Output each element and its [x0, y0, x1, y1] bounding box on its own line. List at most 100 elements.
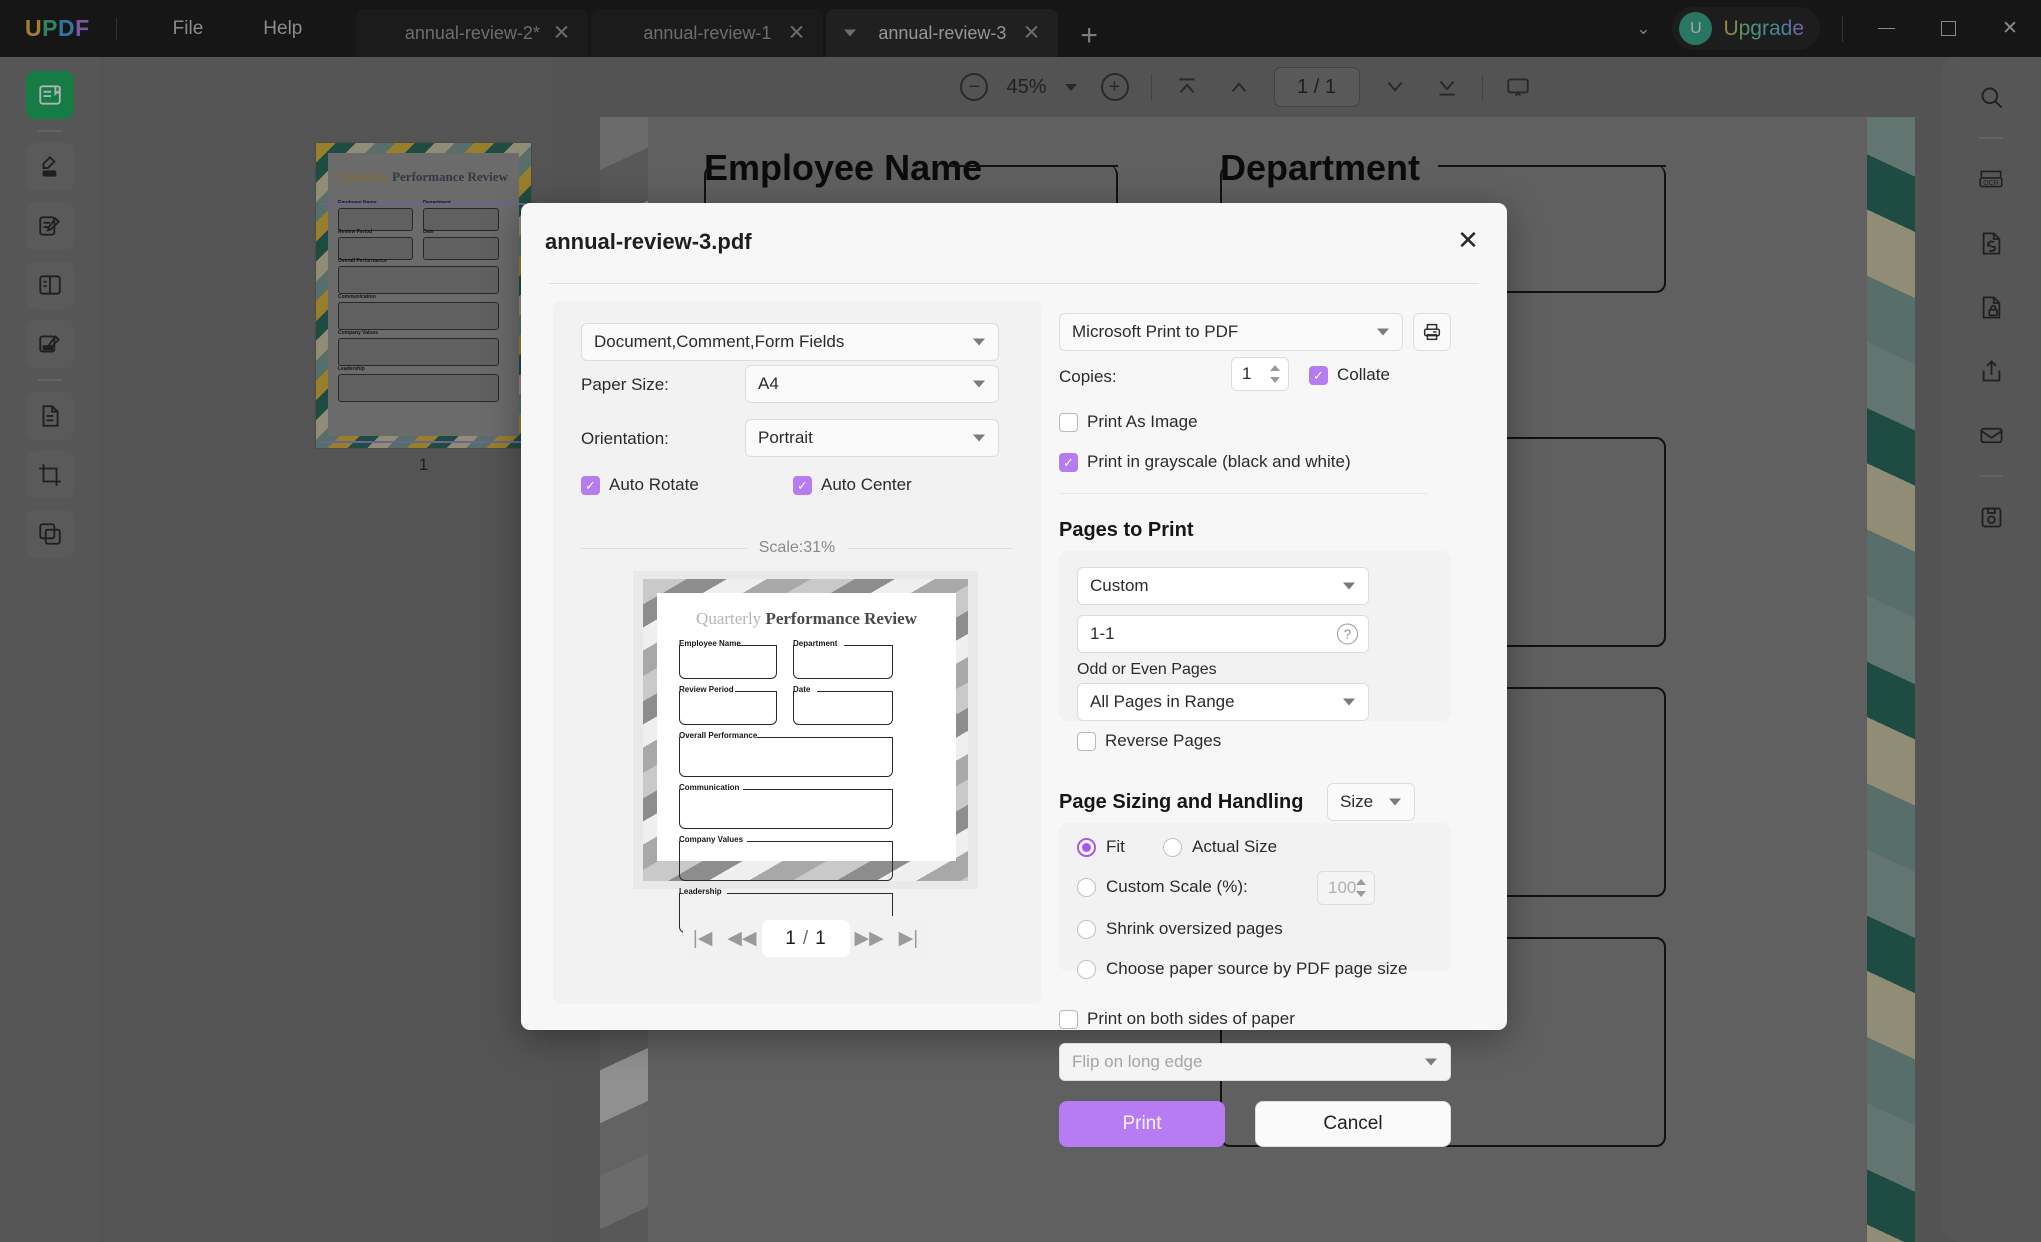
stepper-up-icon[interactable]	[1270, 365, 1280, 371]
sizing-mode-select[interactable]: Size	[1327, 783, 1415, 821]
divider	[549, 283, 1479, 284]
copies-value: 1	[1242, 364, 1251, 384]
checkbox-box	[1059, 1010, 1078, 1029]
preview-field	[679, 841, 893, 881]
printer-properties-button[interactable]	[1413, 313, 1451, 351]
checkbox-box	[581, 476, 600, 495]
scale-text: Scale:31%	[759, 539, 836, 557]
print-as-image-checkbox[interactable]: Print As Image	[1059, 412, 1198, 432]
chevron-down-icon	[973, 339, 985, 346]
fit-label: Fit	[1106, 837, 1125, 857]
preview-field	[793, 645, 893, 679]
orientation-select[interactable]: Portrait	[745, 419, 999, 457]
both-sides-checkbox[interactable]: Print on both sides of paper	[1059, 1009, 1295, 1029]
reverse-pages-checkbox[interactable]: Reverse Pages	[1077, 731, 1221, 751]
choose-source-label: Choose paper source by PDF page size	[1106, 959, 1407, 979]
collate-checkbox[interactable]: Collate	[1309, 365, 1390, 385]
title-light: Quarterly	[696, 609, 765, 628]
total-pages: 1	[815, 928, 826, 950]
actual-size-label: Actual Size	[1192, 837, 1277, 857]
preview-field	[679, 737, 893, 777]
page-sizing-title: Page Sizing and Handling	[1059, 791, 1303, 814]
collate-label: Collate	[1337, 365, 1390, 385]
page-sizing-group: Fit Actual Size Custom Scale (%): 100	[1059, 823, 1451, 971]
first-page-button[interactable]: |◀	[683, 927, 722, 950]
flip-edge-value: Flip on long edge	[1072, 1052, 1202, 1072]
print-preview: Quarterly Performance Review Employee Na…	[633, 571, 978, 889]
current-page: 1	[785, 928, 796, 950]
checkbox-box	[1077, 732, 1096, 751]
odd-even-label: Odd or Even Pages	[1077, 661, 1217, 679]
grayscale-checkbox[interactable]: Print in grayscale (black and white)	[1059, 452, 1351, 472]
pages-range-input[interactable]: 1-1 ?	[1077, 615, 1369, 653]
page-indicator[interactable]: 1 / 1	[762, 920, 850, 957]
checkbox-box	[1059, 413, 1078, 432]
auto-center-checkbox[interactable]: Auto Center	[793, 475, 912, 495]
chevron-down-icon	[973, 381, 985, 388]
shrink-label: Shrink oversized pages	[1106, 919, 1283, 939]
last-page-button[interactable]: ▶|	[889, 927, 928, 950]
checkbox-box	[1059, 453, 1078, 472]
cancel-button[interactable]: Cancel	[1255, 1101, 1451, 1147]
stepper-down-icon[interactable]	[1270, 377, 1280, 383]
custom-scale-stepper[interactable]: 100	[1317, 871, 1375, 905]
both-sides-label: Print on both sides of paper	[1087, 1009, 1295, 1029]
preview-title: Quarterly Performance Review	[657, 609, 956, 629]
auto-center-label: Auto Center	[821, 475, 912, 495]
paper-size-select[interactable]: A4	[745, 365, 999, 403]
reverse-pages-label: Reverse Pages	[1105, 731, 1221, 751]
orientation-value: Portrait	[758, 428, 813, 448]
checkbox-box	[793, 476, 812, 495]
page-separator: /	[803, 928, 808, 950]
dialog-left-column: Document,Comment,Form Fields Paper Size:…	[553, 301, 1041, 1004]
divider-line	[847, 548, 1013, 549]
grayscale-label: Print in grayscale (black and white)	[1087, 452, 1351, 472]
content-select[interactable]: Document,Comment,Form Fields	[581, 323, 999, 361]
chevron-down-icon	[1343, 699, 1355, 706]
stepper-down-icon[interactable]	[1356, 891, 1366, 897]
divider	[1059, 493, 1427, 494]
odd-even-value: All Pages in Range	[1090, 692, 1235, 712]
paper-size-label: Paper Size:	[581, 375, 669, 395]
print-as-image-label: Print As Image	[1087, 412, 1198, 432]
radio-circle	[1077, 920, 1096, 939]
preview-field	[679, 691, 777, 725]
stepper-up-icon[interactable]	[1356, 879, 1366, 885]
chevron-down-icon	[973, 435, 985, 442]
radio-shrink-oversized[interactable]: Shrink oversized pages	[1077, 919, 1283, 939]
print-dialog: annual-review-3.pdf ✕ Document,Comment,F…	[521, 203, 1507, 1030]
preview-field	[793, 691, 893, 725]
auto-rotate-checkbox[interactable]: Auto Rotate	[581, 475, 699, 495]
pages-mode-select[interactable]: Custom	[1077, 567, 1369, 605]
printer-value: Microsoft Print to PDF	[1072, 322, 1238, 342]
print-button[interactable]: Print	[1059, 1101, 1225, 1147]
scale-divider: Scale:31%	[581, 539, 1013, 557]
content-select-value: Document,Comment,Form Fields	[594, 332, 844, 352]
close-icon[interactable]: ✕	[1451, 223, 1485, 257]
help-icon[interactable]: ?	[1337, 624, 1358, 645]
radio-choose-paper-source[interactable]: Choose paper source by PDF page size	[1077, 959, 1407, 979]
flip-edge-select[interactable]: Flip on long edge	[1059, 1043, 1451, 1081]
copies-stepper[interactable]: 1	[1231, 357, 1289, 391]
preview-page: Quarterly Performance Review Employee Na…	[657, 593, 956, 861]
pages-to-print-group: Custom 1-1 ? Odd or Even Pages All Pages…	[1059, 551, 1451, 721]
radio-fit[interactable]: Fit	[1077, 837, 1125, 857]
radio-circle	[1077, 838, 1096, 857]
radio-actual-size[interactable]: Actual Size	[1163, 837, 1277, 857]
printer-select[interactable]: Microsoft Print to PDF	[1059, 313, 1403, 351]
pages-to-print-title: Pages to Print	[1059, 519, 1193, 542]
preview-field	[679, 645, 777, 679]
chevron-down-icon	[1343, 583, 1355, 590]
odd-even-select[interactable]: All Pages in Range	[1077, 683, 1369, 721]
paper-size-value: A4	[758, 374, 779, 394]
prev-page-button[interactable]: ◀◀	[722, 927, 761, 950]
preview-field	[679, 789, 893, 829]
dialog-title: annual-review-3.pdf	[545, 229, 752, 255]
radio-custom-scale[interactable]: Custom Scale (%):	[1077, 877, 1248, 897]
divider-line	[581, 548, 747, 549]
preview-page-nav: |◀ ◀◀ 1 / 1 ▶▶ ▶|	[683, 916, 928, 961]
title-bold: Performance Review	[765, 609, 917, 628]
pages-range-value: 1-1	[1090, 624, 1115, 644]
next-page-button[interactable]: ▶▶	[850, 927, 889, 950]
copies-label: Copies:	[1059, 367, 1117, 387]
